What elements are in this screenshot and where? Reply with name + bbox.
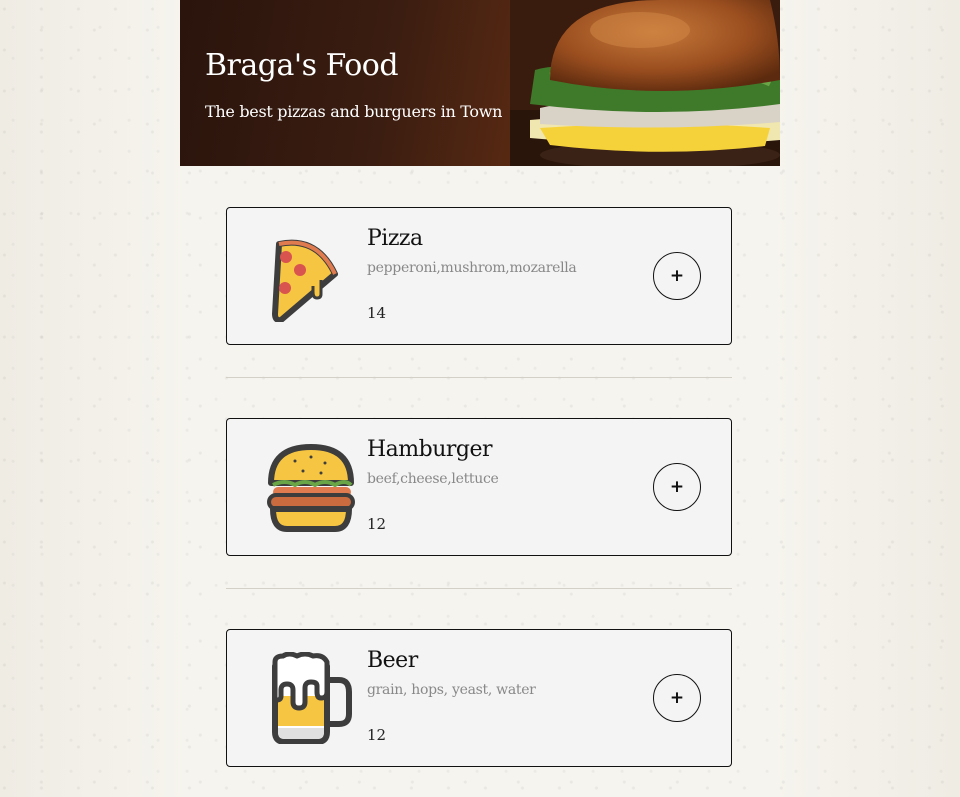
add-beer-button[interactable]: + bbox=[653, 674, 701, 722]
hamburger-icon bbox=[267, 444, 355, 532]
item-price: 12 bbox=[367, 515, 387, 533]
item-name: Pizza bbox=[367, 226, 423, 251]
beer-mug-icon bbox=[272, 652, 352, 744]
menu-item-beer: Beer grain, hops, yeast, water 12 + bbox=[226, 629, 732, 767]
add-pizza-button[interactable]: + bbox=[653, 252, 701, 300]
divider bbox=[226, 588, 732, 589]
item-description: grain, hops, yeast, water bbox=[367, 682, 536, 698]
pizza-slice-icon bbox=[272, 239, 338, 322]
item-price: 12 bbox=[367, 726, 387, 744]
item-name: Beer bbox=[367, 648, 418, 673]
page-title: Braga's Food bbox=[205, 48, 399, 83]
hero-banner: Braga's Food The best pizzas and burguer… bbox=[180, 0, 780, 166]
item-description: beef,cheese,lettuce bbox=[367, 471, 499, 487]
menu-item-pizza: Pizza pepperoni,mushrom,mozarella 14 + bbox=[226, 207, 732, 345]
item-price: 14 bbox=[367, 304, 387, 322]
burger-photo bbox=[510, 0, 780, 166]
item-description: pepperoni,mushrom,mozarella bbox=[367, 260, 577, 276]
item-name: Hamburger bbox=[367, 437, 493, 462]
add-hamburger-button[interactable]: + bbox=[653, 463, 701, 511]
menu-item-hamburger: Hamburger beef,cheese,lettuce 12 + bbox=[226, 418, 732, 556]
divider bbox=[226, 377, 732, 378]
page-subtitle: The best pizzas and burguers in Town bbox=[205, 102, 503, 121]
